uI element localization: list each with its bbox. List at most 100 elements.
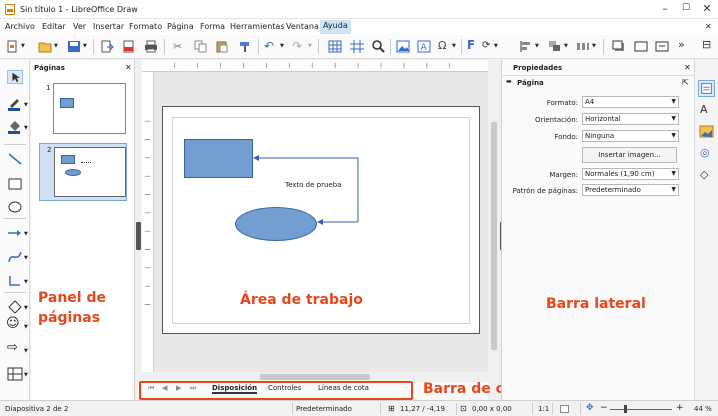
menu-forma[interactable]: Forma [200, 22, 225, 31]
menu-herramientas[interactable]: Herramientas [230, 22, 285, 31]
toggle-extrusion-icon[interactable] [655, 40, 669, 53]
zoom-slider-thumb[interactable] [624, 405, 627, 413]
chevron-down-icon[interactable]: ▼ [24, 102, 28, 108]
orientation-select[interactable]: Horizontal ▼ [582, 113, 679, 125]
crop-icon[interactable] [634, 40, 648, 53]
master-page-status[interactable]: Predeterminado [296, 405, 352, 413]
special-character-icon[interactable]: Ω [438, 39, 446, 52]
more-options-icon[interactable]: ⇱ [682, 78, 689, 87]
chevron-down-icon[interactable]: ▼ [452, 43, 456, 49]
connector-tool-icon[interactable] [7, 274, 23, 288]
expand-toolbar-icon[interactable]: ⊟ [702, 38, 711, 51]
zoom-in-icon[interactable]: + [676, 403, 684, 413]
sample-text[interactable]: Texto de prueba [285, 181, 341, 189]
grid-icon[interactable] [328, 40, 342, 53]
collapse-section-icon[interactable]: ▬ [506, 78, 512, 85]
close-panel-icon[interactable]: ✕ [125, 63, 132, 72]
menu-formato[interactable]: Formato [129, 22, 162, 31]
lines-and-arrows-icon[interactable] [7, 226, 23, 240]
chevron-down-icon[interactable]: ▼ [280, 43, 284, 49]
transformations-icon[interactable]: ⟳ [482, 40, 490, 51]
chevron-down-icon[interactable]: ▼ [24, 279, 28, 285]
horizontal-scroll-thumb[interactable] [260, 374, 370, 380]
close-sidebar-icon[interactable]: ✕ [684, 63, 691, 72]
chevron-down-icon[interactable]: ▼ [308, 43, 312, 49]
zoom-slider-track[interactable] [610, 409, 672, 410]
vertical-ruler[interactable] [142, 72, 154, 372]
vertical-scroll-thumb[interactable] [491, 122, 497, 350]
arrange-icon[interactable] [548, 40, 562, 53]
symbol-shapes-icon[interactable]: ☺ [6, 316, 20, 331]
align-objects-icon[interactable] [519, 40, 533, 53]
connector-arrow[interactable] [250, 154, 362, 226]
master-page-select[interactable]: Predeterminado ▼ [582, 184, 679, 196]
export-icon[interactable] [100, 40, 114, 53]
open-folder-icon[interactable] [38, 40, 52, 53]
collapse-pages-panel-handle[interactable] [136, 222, 141, 250]
insert-image-icon[interactable] [396, 40, 410, 53]
slide-thumbnail-1[interactable] [53, 83, 126, 134]
navigator-tab-icon[interactable]: ◎ [700, 146, 710, 159]
background-select[interactable]: Ninguna ▼ [582, 130, 679, 142]
minimize-icon[interactable]: – [657, 2, 673, 15]
new-document-icon[interactable] [5, 40, 19, 53]
zoom-icon[interactable] [371, 40, 385, 53]
chevron-down-icon[interactable]: ▼ [54, 43, 58, 49]
menu-ver[interactable]: Ver [73, 22, 86, 31]
clone-formatting-icon[interactable] [238, 40, 252, 53]
close-document-icon[interactable]: ✕ [705, 22, 712, 31]
chevron-down-icon[interactable]: ▼ [21, 43, 25, 49]
line-color-icon[interactable] [7, 97, 23, 111]
helplines-icon[interactable] [350, 40, 364, 53]
chevron-down-icon[interactable]: ▼ [24, 231, 28, 237]
shadow-icon[interactable] [612, 40, 626, 53]
format-select[interactable]: A4 ▼ [582, 96, 679, 108]
undo-icon[interactable]: ↶ [264, 39, 274, 53]
menu-editar[interactable]: Editar [42, 22, 66, 31]
fill-color-icon[interactable] [7, 120, 23, 134]
fit-page-icon[interactable]: ✥ [586, 403, 594, 413]
select-at-least-three-objects-icon[interactable] [576, 40, 590, 53]
chevron-down-icon[interactable]: ▼ [564, 43, 568, 49]
curve-tool-icon[interactable] [7, 250, 23, 264]
menu-insertar[interactable]: Insertar [93, 22, 124, 31]
chevron-down-icon[interactable]: ▼ [535, 43, 539, 49]
ellipse-tool-icon[interactable] [7, 200, 23, 214]
close-icon[interactable]: ✕ [699, 2, 715, 15]
insert-textbox-icon[interactable]: A [417, 40, 431, 53]
menu-ayuda[interactable]: Ayuda [320, 20, 351, 34]
chevron-down-icon[interactable]: ▼ [24, 305, 28, 311]
chevron-down-icon[interactable]: ▼ [24, 372, 28, 378]
maximize-icon[interactable]: ☐ [678, 3, 694, 13]
styles-tab-icon[interactable]: A [700, 103, 708, 116]
slide-thumbnail-2-selected[interactable]: 2 [39, 143, 127, 201]
export-pdf-icon[interactable] [122, 40, 136, 53]
vertical-scrollbar[interactable] [488, 60, 500, 382]
horizontal-ruler[interactable] [142, 60, 488, 72]
block-arrows-icon[interactable]: ⇨ [7, 340, 18, 355]
chevron-down-icon[interactable]: ▼ [83, 43, 87, 49]
flowchart-icon[interactable] [7, 367, 23, 381]
redo-icon[interactable]: ↷ [292, 39, 302, 53]
cut-icon[interactable]: ✂ [173, 40, 182, 53]
paste-icon[interactable] [215, 40, 229, 53]
chevron-down-icon[interactable]: ▼ [24, 348, 28, 354]
zoom-out-icon[interactable]: − [600, 403, 608, 413]
rectangle-tool-icon[interactable] [7, 177, 23, 191]
gallery-tab-icon[interactable] [699, 125, 714, 138]
chevron-down-icon[interactable]: ▼ [24, 255, 28, 261]
properties-tab-icon[interactable] [698, 80, 715, 97]
insert-image-button[interactable]: Insertar imagen... [582, 147, 677, 163]
more-tools-icon[interactable]: » [678, 38, 685, 51]
copy-icon[interactable] [194, 40, 208, 53]
basic-shapes-icon[interactable] [7, 300, 23, 314]
fontwork-icon[interactable]: F [467, 38, 475, 52]
shapes-tab-icon[interactable]: ◇ [700, 168, 708, 181]
menu-ventana[interactable]: Ventana [286, 22, 319, 31]
menu-pagina[interactable]: Página [167, 22, 194, 31]
print-icon[interactable] [144, 40, 158, 53]
chevron-down-icon[interactable]: ▼ [494, 43, 498, 49]
line-tool-icon[interactable] [7, 152, 23, 166]
save-icon[interactable] [67, 40, 81, 53]
rectangle-shape[interactable] [184, 139, 253, 178]
